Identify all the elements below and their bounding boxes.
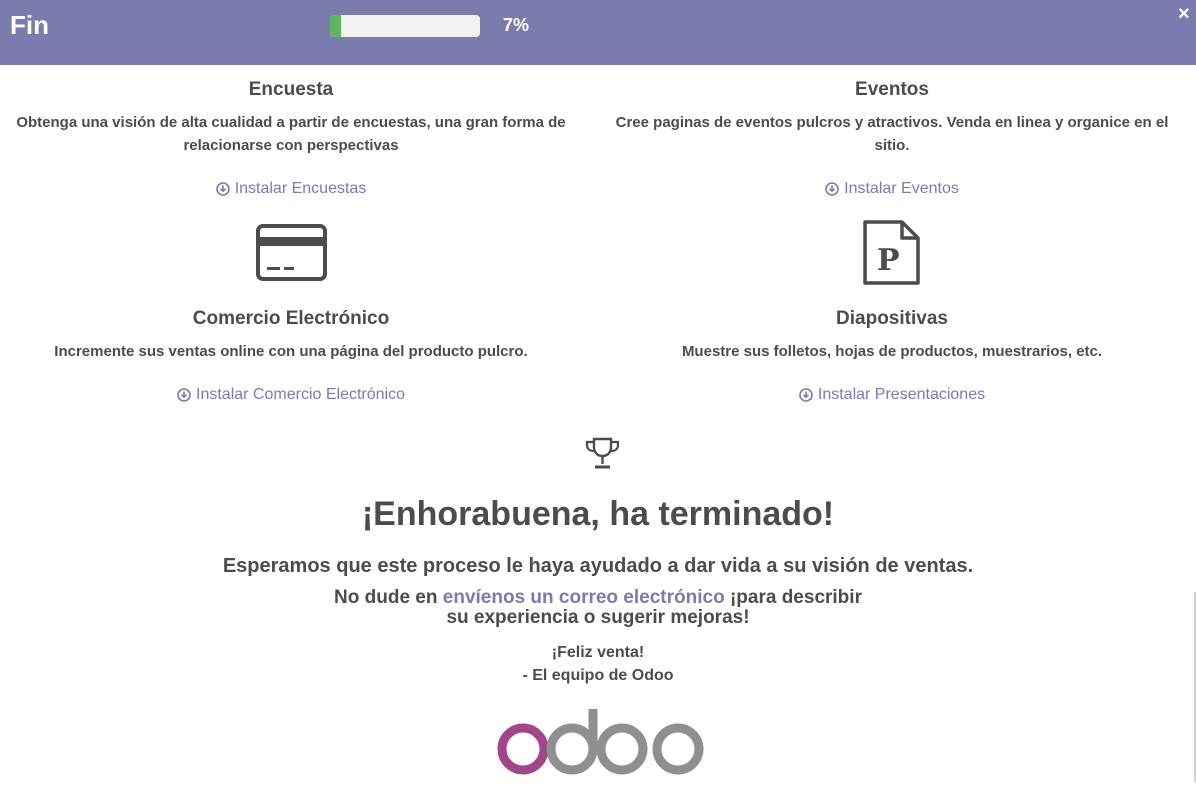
app-description-survey: Obtenga una visión de alta cualidad a pa…: [16, 114, 566, 154]
download-circle-icon: [215, 182, 230, 196]
congrats-subtitle: Esperamos que este proceso le haya ayuda…: [222, 555, 974, 577]
app-title-slides: Diapositivas: [836, 308, 948, 329]
install-events-button[interactable]: Instalar Eventos: [825, 180, 959, 198]
email-us-link[interactable]: envíenos un correo electrónico: [443, 587, 725, 608]
app-description-ecommerce: Incremente sus ventas online con una pág…: [54, 343, 528, 360]
app-survey: Encuesta Obtenga una visión de alta cual…: [11, 79, 571, 157]
download-circle-icon: [825, 182, 839, 196]
install-survey-wrap: Instalar Encuestas: [11, 180, 571, 201]
install-slides-button[interactable]: Instalar Presentaciones: [799, 386, 985, 404]
install-ecommerce-label: Instalar Comercio Electrónico: [196, 386, 405, 403]
feedback-message: No dude en envíenos un correo electrónic…: [0, 588, 1196, 628]
page-title: Fin: [10, 10, 49, 40]
app-title-ecommerce: Comercio Electrónico: [192, 308, 390, 329]
trophy-icon: [585, 437, 620, 469]
download-circle-icon: [177, 388, 191, 402]
document-p-icon: P: [863, 220, 920, 285]
feedback-line-1: No dude en envíenos un correo electrónic…: [0, 588, 1196, 608]
svg-text:P: P: [877, 243, 900, 278]
install-slides-wrap: Instalar Presentaciones: [612, 386, 1172, 407]
app-slides: Diapositivas Muestre sus folletos, hojas…: [612, 308, 1172, 363]
install-events-wrap: Instalar Eventos: [612, 180, 1172, 201]
signature-line-2: - El equipo de Odoo: [522, 667, 674, 684]
close-icon[interactable]: ×: [1178, 4, 1190, 24]
install-ecommerce-wrap: Instalar Comercio Electrónico: [11, 386, 571, 407]
app-title-events: Eventos: [855, 79, 929, 100]
install-ecommerce-button[interactable]: Instalar Comercio Electrónico: [177, 386, 405, 404]
congrats-title: ¡Enhorabuena, ha terminado!: [361, 495, 835, 533]
progress-bar-fill: [330, 15, 341, 37]
progress-bar: [330, 15, 480, 37]
install-events-label: Instalar Eventos: [844, 180, 959, 197]
feedback-line-2: su experiencia o sugerir mejoras!: [446, 607, 750, 628]
install-survey-button[interactable]: Instalar Encuestas: [215, 180, 367, 198]
app-ecommerce: Comercio Electrónico Incremente sus vent…: [11, 308, 571, 363]
signature-line-1: ¡Feliz venta!: [551, 644, 645, 661]
app-events: Eventos Cree paginas de eventos pulcros …: [612, 79, 1172, 157]
app-description-events: Cree paginas de eventos pulcros y atract…: [615, 114, 1169, 154]
progress-percent: 7%: [503, 15, 530, 35]
signature: ¡Feliz venta! - El equipo de Odoo: [0, 641, 1196, 687]
app-title-survey: Encuesta: [248, 79, 334, 100]
feedback-suffix: ¡para describir: [724, 587, 862, 608]
odoo-logo: [497, 709, 704, 775]
install-slides-label: Instalar Presentaciones: [817, 386, 986, 403]
credit-card-icon: [256, 224, 327, 281]
feedback-prefix: No dude en: [334, 587, 443, 608]
install-survey-label: Instalar Encuestas: [234, 180, 367, 197]
download-circle-icon: [799, 388, 813, 402]
wizard-header: Fin 7% ×: [0, 0, 1196, 65]
app-description-slides: Muestre sus folletos, hojas de productos…: [681, 343, 1103, 360]
